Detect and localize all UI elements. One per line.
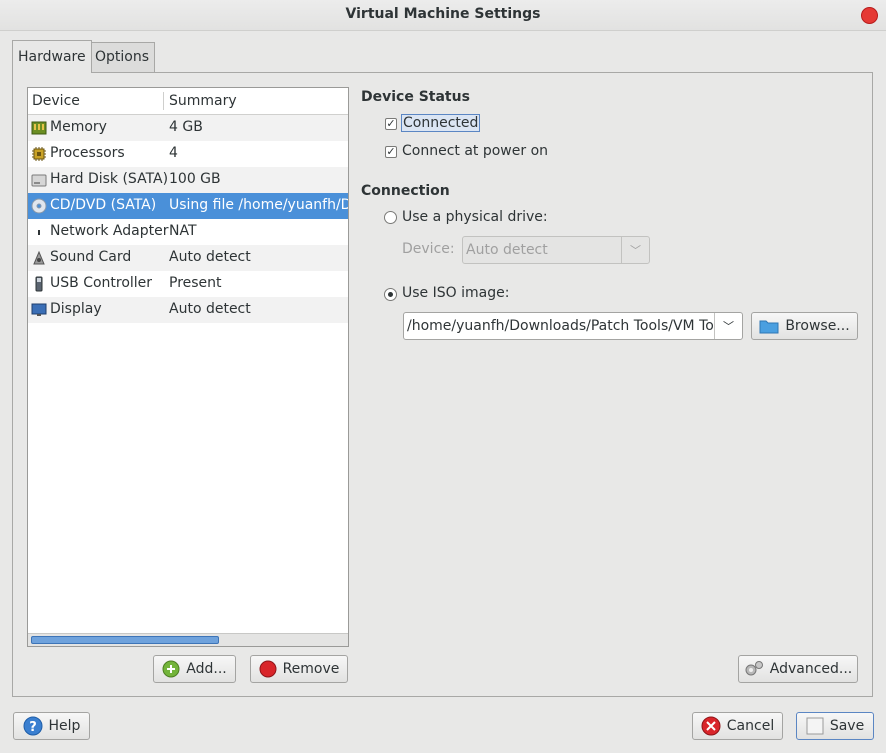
help-button[interactable]: ? Help [13,712,90,740]
cancel-button-label: Cancel [726,718,775,734]
physical-device-select[interactable]: Auto detect ﹀ [462,236,650,264]
device-summary: 4 [169,145,178,161]
connection-title: Connection [361,183,450,199]
device-summary: Auto detect [169,301,251,317]
iso-path-combo[interactable]: /home/yuanfh/Downloads/Patch Tools/VM To… [403,312,743,340]
device-row-sound-card[interactable]: Sound Card Auto detect [28,245,348,271]
remove-button-label: Remove [282,661,340,677]
window-title: Virtual Machine Settings [345,6,541,22]
device-list[interactable]: Device Summary Memory 4 GB Processors 4 … [27,87,349,647]
device-name: Network Adapter [50,223,169,239]
save-button-label: Save [829,718,865,734]
device-name: CD/DVD (SATA) [50,197,157,213]
browse-button[interactable]: Browse... [751,312,858,340]
device-row-network-adapter[interactable]: Network Adapter NAT [28,219,348,245]
usb-icon [35,276,43,292]
chevron-down-icon: ﹀ [621,237,649,263]
help-icon: ? [23,716,43,736]
device-row-usb-controller[interactable]: USB Controller Present [28,271,348,297]
connect-at-power-on-label[interactable]: Connect at power on [402,143,548,159]
device-summary: 100 GB [169,171,221,187]
save-icon [806,717,824,735]
scrollbar-thumb[interactable] [31,636,219,644]
remove-button[interactable]: Remove [250,655,348,683]
device-list-header: Device Summary [28,88,348,115]
physical-drive-radio[interactable] [384,211,397,224]
browse-button-label: Browse... [785,318,850,334]
connected-checkbox[interactable]: ✓ [385,118,397,130]
device-summary: Present [169,275,222,291]
device-name: Display [50,301,102,317]
iso-image-label[interactable]: Use ISO image: [402,285,509,301]
device-row-processors[interactable]: Processors 4 [28,141,348,167]
iso-path-value[interactable]: /home/yuanfh/Downloads/Patch Tools/VM To… [407,318,713,334]
device-name: USB Controller [50,275,153,291]
help-button-label: Help [48,718,81,734]
connected-label[interactable]: Connected [400,114,481,132]
title-bar: Virtual Machine Settings [0,0,886,31]
device-name: Memory [50,119,107,135]
cancel-icon [701,716,721,736]
connect-at-power-on-checkbox[interactable]: ✓ [385,146,397,158]
device-summary: Using file /home/yuanfh/Dow [169,197,348,213]
memory-icon [31,121,47,135]
column-separator [163,92,164,110]
close-window-button[interactable] [861,7,878,24]
tab-hardware-label: Hardware [18,49,86,65]
add-button-label: Add... [186,661,227,677]
device-row-memory[interactable]: Memory 4 GB [28,115,348,141]
column-device[interactable]: Device [32,93,80,109]
device-label: Device: [402,241,455,257]
device-row-hard-disk[interactable]: Hard Disk (SATA) 100 GB [28,167,348,193]
svg-text:?: ? [29,720,37,735]
network-icon [38,230,40,235]
iso-image-radio[interactable] [384,288,397,301]
device-summary: NAT [169,223,197,239]
physical-device-value: Auto detect [466,242,548,258]
device-summary: 4 GB [169,119,203,135]
chevron-down-icon[interactable]: ﹀ [714,313,742,339]
save-button[interactable]: Save [796,712,874,740]
display-icon [31,303,47,316]
add-icon [162,660,180,678]
device-row-cd-dvd[interactable]: CD/DVD (SATA) Using file /home/yuanfh/Do… [28,193,348,219]
device-row-display[interactable]: Display Auto detect [28,297,348,323]
remove-icon [259,660,277,678]
physical-drive-label[interactable]: Use a physical drive: [402,209,548,225]
tab-hardware[interactable]: Hardware [12,40,92,73]
device-status-title: Device Status [361,89,470,105]
processor-icon [32,147,46,161]
tab-options-label: Options [95,49,150,65]
gears-icon [745,661,763,676]
column-summary[interactable]: Summary [169,93,237,109]
device-name: Sound Card [50,249,132,265]
add-button[interactable]: Add... [153,655,236,683]
device-name: Hard Disk (SATA) [50,171,169,187]
advanced-button-label: Advanced... [769,661,853,677]
sound-icon [33,250,45,265]
tab-options[interactable]: Options [89,42,156,72]
cancel-button[interactable]: Cancel [692,712,783,740]
device-name: Processors [50,145,125,161]
folder-icon [759,320,779,334]
cd-dvd-icon [31,198,47,214]
device-summary: Auto detect [169,249,251,265]
advanced-button[interactable]: Advanced... [738,655,858,683]
device-list-scrollbar[interactable] [28,633,348,646]
hard-disk-icon [31,174,47,187]
